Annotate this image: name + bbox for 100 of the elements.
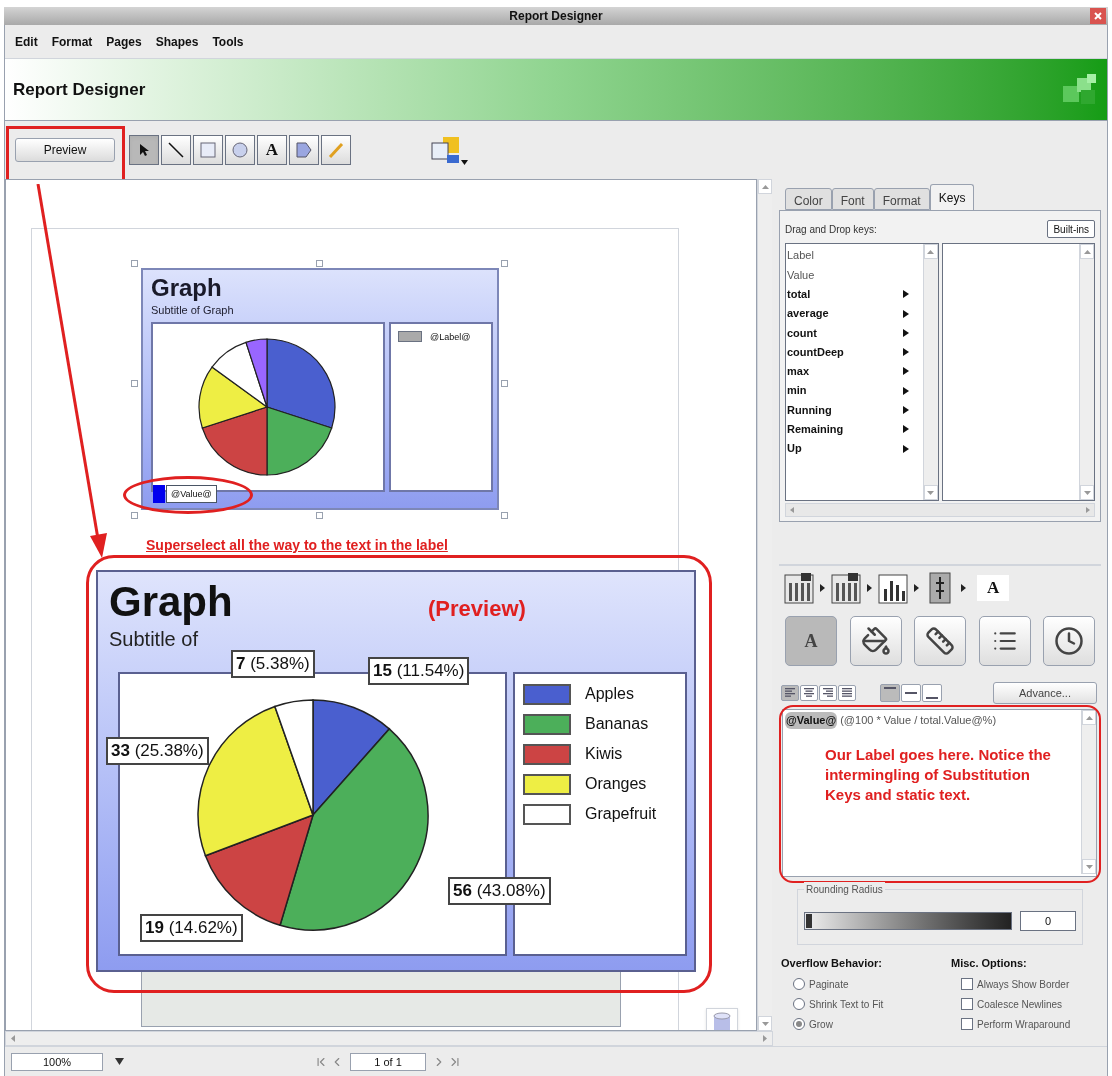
pen-tool-button[interactable] (321, 135, 351, 165)
close-icon (1094, 12, 1102, 20)
arrow-tool-button[interactable] (129, 135, 159, 165)
radio-button[interactable] (793, 1018, 805, 1030)
legend-label: Kiwis (585, 744, 623, 764)
align-button[interactable] (781, 685, 799, 701)
radio-option[interactable]: Grow (793, 1016, 951, 1032)
panel-tab[interactable]: Color (785, 188, 832, 210)
resize-handle[interactable] (131, 260, 138, 267)
builtins-button[interactable]: Built-ins (1047, 220, 1095, 238)
fill-style-button[interactable] (849, 616, 902, 666)
submenu-arrow-icon (902, 367, 909, 376)
rect-tool-button[interactable] (193, 135, 223, 165)
clock-style-button[interactable] (1043, 616, 1095, 666)
checkbox[interactable] (961, 998, 973, 1010)
radio-button[interactable] (793, 978, 805, 990)
radio-button[interactable] (793, 998, 805, 1010)
panel-tab[interactable]: Keys (929, 184, 975, 210)
legend-label: Oranges (585, 774, 647, 794)
polygon-tool-button[interactable] (289, 135, 319, 165)
key-item[interactable]: countDeep (787, 342, 923, 362)
key-item[interactable]: Up (787, 438, 923, 459)
ruler-style-button[interactable] (914, 616, 966, 666)
close-button[interactable] (1090, 8, 1106, 24)
align-button[interactable] (819, 685, 837, 701)
menu-item[interactable]: Edit (15, 32, 38, 51)
slice-value-label: 19 (14.62%) (140, 914, 243, 942)
key-item[interactable]: Running (787, 400, 923, 420)
table-icon[interactable] (830, 571, 862, 605)
align-button[interactable] (800, 685, 818, 701)
vertical-align-button[interactable] (922, 684, 942, 702)
rectangle-icon (200, 142, 216, 158)
ellipse-tool-button[interactable] (225, 135, 255, 165)
resize-handle[interactable] (501, 512, 508, 519)
key-item[interactable]: min (787, 381, 923, 401)
radius-slider[interactable] (804, 912, 1012, 930)
panel-tab[interactable]: Format (873, 188, 930, 210)
resize-handle[interactable] (131, 512, 138, 519)
radio-option[interactable]: Paginate (793, 976, 951, 992)
substitution-key: @Value@ (785, 712, 838, 729)
chevron-icon (820, 584, 825, 592)
menu-item[interactable]: Tools (212, 32, 244, 51)
resize-handle[interactable] (501, 380, 508, 387)
line-tool-button[interactable] (161, 135, 191, 165)
advance-button[interactable]: Advance... (993, 682, 1097, 704)
scrollbar[interactable] (1081, 710, 1096, 874)
key-item[interactable]: Value (787, 265, 923, 285)
horizontal-scrollbar[interactable] (785, 503, 1095, 517)
panel-tab[interactable]: Font (831, 188, 874, 210)
menu-item[interactable]: Pages (106, 32, 142, 51)
checkbox[interactable] (961, 1018, 973, 1030)
key-item[interactable]: count (787, 323, 923, 343)
menu-item[interactable]: Shapes (155, 32, 199, 51)
breadcrumb-item[interactable]: A (977, 575, 1010, 601)
graph-title: Graph (151, 274, 222, 302)
align-button[interactable] (838, 685, 856, 701)
paint-bucket-icon (860, 626, 891, 656)
pencil-icon (328, 142, 344, 158)
slider-thumb[interactable] (805, 913, 813, 929)
horizontal-scrollbar[interactable] (5, 1031, 773, 1046)
report-icon[interactable] (783, 571, 815, 605)
align-right-icon (822, 688, 834, 698)
radius-field[interactable]: 0 (1020, 911, 1076, 931)
list-style-button[interactable] (978, 616, 1031, 666)
scrollbar[interactable] (1079, 244, 1094, 500)
key-item[interactable]: total (787, 284, 923, 304)
text-tool-button[interactable]: A (257, 135, 287, 165)
value-swatch (153, 485, 165, 503)
preview-graph-subtitle: Subtitle of (109, 627, 198, 651)
submenu-arrow-icon (902, 425, 909, 434)
page-field[interactable]: 1 of 1 (350, 1052, 426, 1071)
checkbox-option[interactable]: Always Show Border (961, 976, 1101, 992)
dropdown-arrow-icon[interactable] (115, 1058, 124, 1065)
preview-button[interactable]: Preview (15, 138, 115, 162)
text-style-button[interactable]: A (785, 616, 837, 666)
checkbox[interactable] (961, 978, 973, 990)
scroll-up-icon (1085, 715, 1093, 720)
resize-handle[interactable] (316, 260, 323, 267)
slice-value-label: 15 (11.54%) (368, 657, 470, 685)
menu-item[interactable]: Format (51, 32, 93, 51)
key-item[interactable]: max (787, 361, 923, 382)
bar-chart-icon[interactable] (877, 571, 909, 605)
vertical-align-button[interactable] (901, 684, 921, 702)
slice-value-label: 7 (5.38%) (231, 650, 315, 678)
zoom-field[interactable]: 100% (11, 1052, 103, 1071)
key-item[interactable]: Remaining (787, 419, 923, 439)
scrollbar[interactable] (757, 179, 772, 1031)
resize-handle[interactable] (316, 512, 323, 519)
checkbox-option[interactable]: Coalesce Newlines (961, 996, 1101, 1012)
vertical-align-button[interactable] (880, 684, 900, 702)
value-label[interactable]: @Value@ (166, 485, 217, 503)
legend-swatch (398, 330, 422, 342)
checkbox-option[interactable]: Perform Wraparound (961, 1016, 1101, 1032)
resize-handle[interactable] (131, 380, 138, 387)
scrollbar[interactable] (922, 244, 938, 500)
key-item[interactable]: Label (787, 246, 923, 266)
resize-handle[interactable] (501, 260, 508, 267)
scroll-up-icon (927, 249, 934, 254)
radio-option[interactable]: Shrink Text to Fit (793, 996, 951, 1012)
key-item[interactable]: average (787, 303, 923, 324)
